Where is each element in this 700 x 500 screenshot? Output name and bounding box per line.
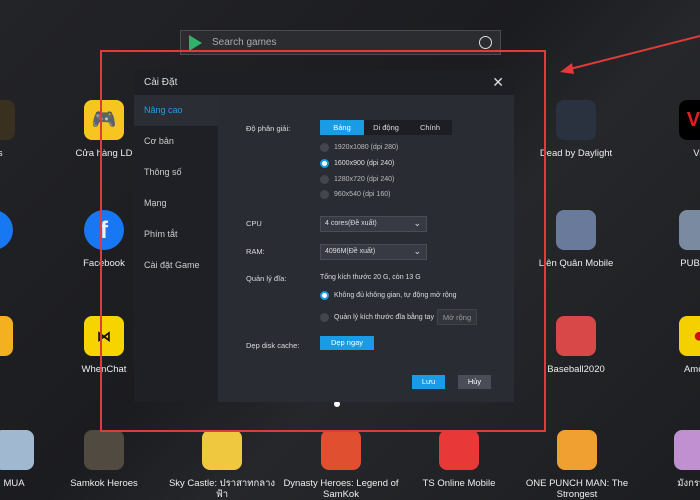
- annotation-arrow-icon: [560, 35, 700, 74]
